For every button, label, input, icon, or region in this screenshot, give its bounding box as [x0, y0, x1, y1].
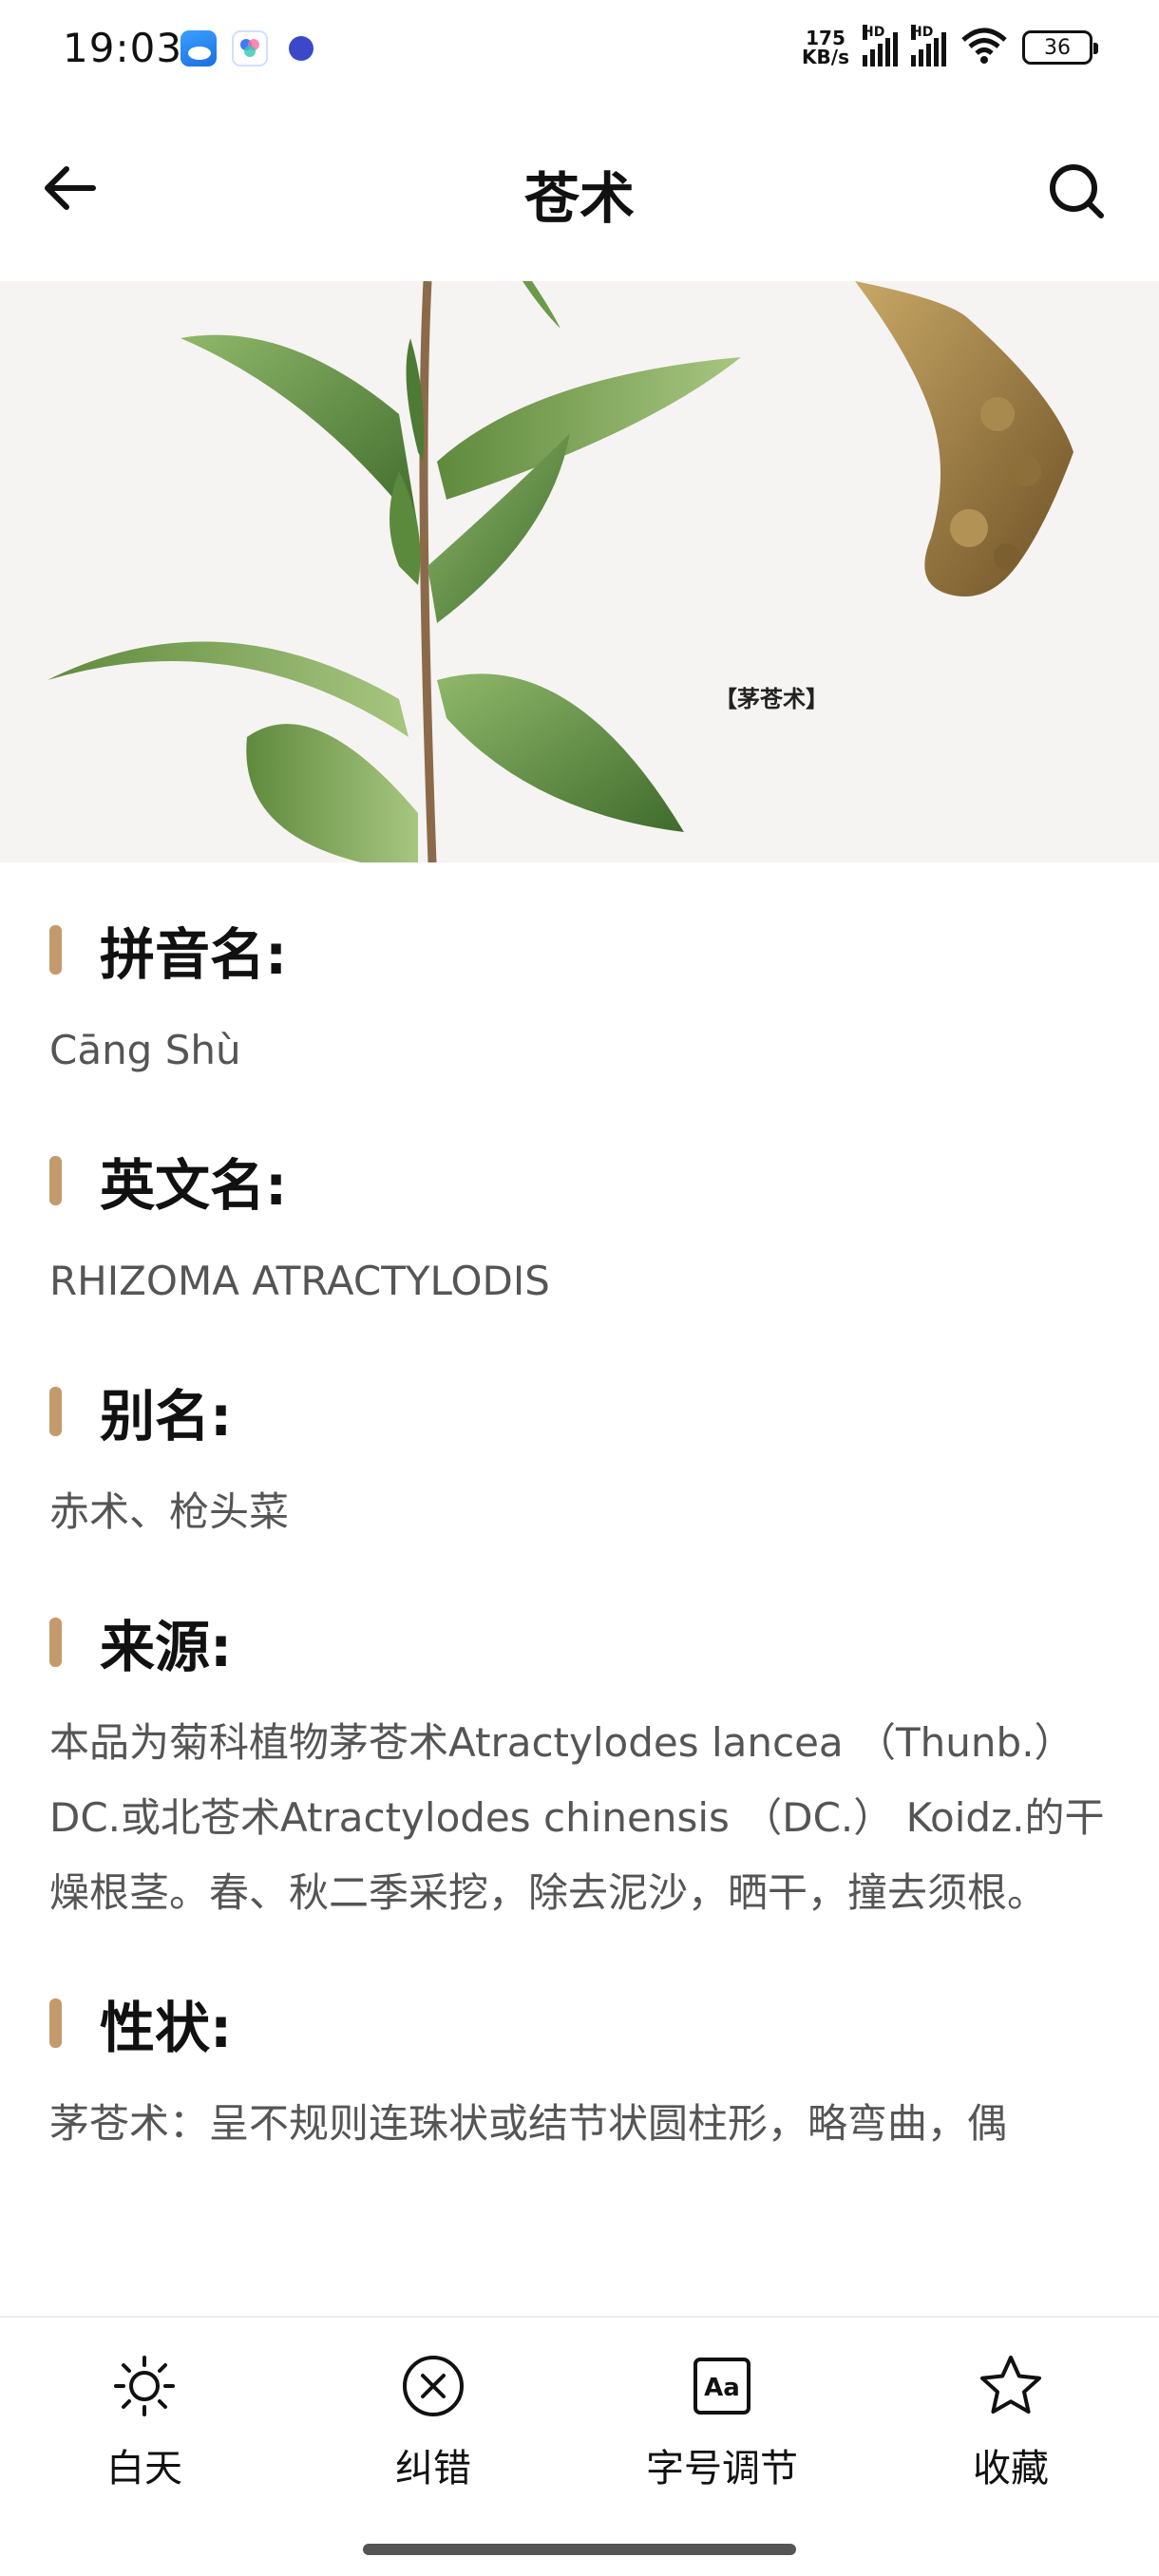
app-circle-icon: [289, 36, 314, 61]
weather-app-icon: [180, 30, 217, 66]
signal-icon-2: HD: [911, 25, 946, 66]
section-header: 性状:: [49, 1985, 1110, 2061]
page-title: 苍术: [523, 166, 635, 231]
illustration-caption: 【茅苍术】: [714, 686, 828, 712]
section-body: 赤术、枪头菜: [49, 1488, 290, 1535]
tab-label: 字号调节: [646, 2447, 798, 2491]
tab-label: 纠错: [395, 2447, 471, 2491]
status-notification-icons: [180, 30, 314, 66]
section-body: 茅苍术：呈不规则连珠状或结节状圆柱形，略弯曲，偶: [49, 2100, 1008, 2147]
x-circle-icon: [399, 2352, 467, 2420]
network-speed-unit: KB/s: [802, 46, 849, 68]
section-title: 拼音名:: [100, 922, 288, 987]
plant-illustration-graphic: [48, 281, 1074, 862]
section-header: 来源:: [49, 1604, 1110, 1680]
section-english-name: 英文名: RHIZOMA ATRACTYLODIS: [0, 1143, 1159, 1318]
section-accent-bar: [49, 1998, 62, 2048]
svg-text:Aa: Aa: [704, 2374, 740, 2402]
day-mode-button[interactable]: 白天: [49, 2352, 239, 2492]
section-header: 别名:: [49, 1373, 1110, 1449]
section-header: 英文名:: [49, 1143, 1110, 1219]
section-title: 别名:: [100, 1384, 233, 1449]
tab-label: 收藏: [973, 2447, 1049, 2491]
section-body: Cāng Shù: [49, 1027, 241, 1073]
signal-hd-label-2: HD: [911, 25, 934, 40]
signal-hd-label: HD: [863, 25, 885, 40]
signal-icon: HD: [863, 25, 898, 66]
section-body: RHIZOMA ATRACTYLODIS: [49, 1258, 550, 1304]
report-error-button[interactable]: 纠错: [338, 2352, 528, 2492]
section-pinyin: 拼音名: Cāng Shù: [0, 912, 1159, 1088]
status-right: 175 KB/s HD HD 36: [802, 25, 1098, 68]
battery-indicator: 36: [1022, 30, 1098, 65]
bottom-toolbar: 白天 纠错 Aa 字号调节 收藏: [0, 2316, 1159, 2576]
status-bar: 19:03 175 KB/s HD HD 36: [0, 0, 1159, 104]
font-size-icon: Aa: [688, 2352, 756, 2420]
star-icon: [977, 2352, 1045, 2420]
section-accent-bar: [49, 925, 62, 975]
app-header: 苍术: [0, 104, 1159, 281]
herb-illustration: 【茅苍术】: [0, 281, 1159, 862]
section-accent-bar: [49, 1618, 62, 1667]
section-title: 英文名:: [100, 1153, 288, 1218]
section-accent-bar: [49, 1156, 62, 1205]
section-source: 来源: 本品为菊科植物茅苍术Atractylodes lancea （Thunb…: [0, 1604, 1159, 1930]
section-title: 来源:: [100, 1615, 233, 1679]
status-time: 19:03: [63, 25, 183, 71]
section-description: 性状: 茅苍术：呈不规则连珠状或结节状圆柱形，略弯曲，偶: [0, 1985, 1159, 2161]
multi-app-icon: [232, 30, 268, 66]
favorite-button[interactable]: 收藏: [916, 2352, 1106, 2492]
search-icon: [1050, 164, 1104, 218]
section-title: 性状:: [100, 1996, 233, 2060]
herb-content: 拼音名: Cāng Shù 英文名: RHIZOMA ATRACTYLODIS …: [0, 862, 1159, 2316]
font-size-button[interactable]: Aa 字号调节: [627, 2352, 817, 2492]
tab-label: 白天: [106, 2447, 182, 2491]
section-header: 拼音名:: [49, 912, 1110, 988]
wifi-icon: [960, 27, 1009, 68]
section-alias: 别名: 赤术、枪头菜: [0, 1373, 1159, 1549]
sun-icon: [110, 2352, 179, 2420]
herb-detail-page: 19:03 175 KB/s HD HD 36 苍术 【茅苍术】 拼音名: Cā…: [0, 0, 1159, 2576]
search-button[interactable]: [1039, 154, 1115, 230]
network-speed-value: 175: [806, 27, 846, 49]
section-body: 本品为菊科植物茅苍术Atractylodes lancea （Thunb.） D…: [49, 1719, 1105, 1916]
home-indicator[interactable]: [363, 2544, 796, 2555]
section-accent-bar: [49, 1387, 62, 1436]
network-speed: 175 KB/s: [802, 28, 849, 66]
